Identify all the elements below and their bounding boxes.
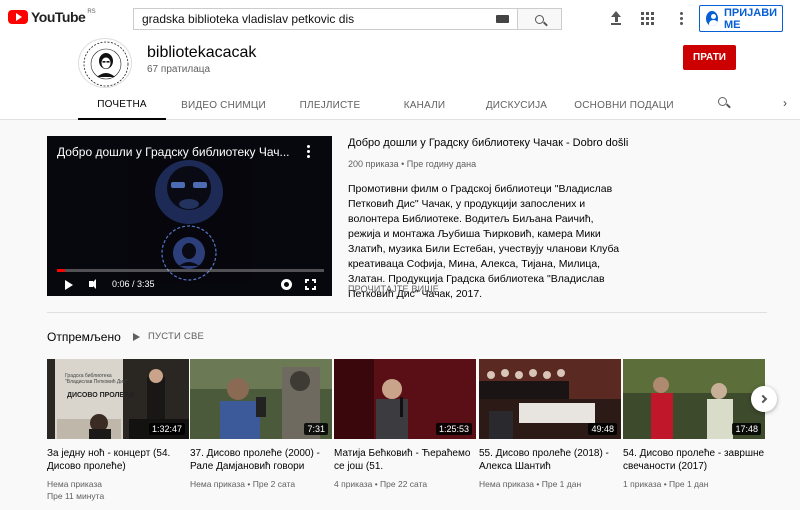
tab-playlists[interactable]: ПЛЕЈЛИСТЕ bbox=[281, 90, 379, 120]
video-card[interactable]: 49:48 55. Дисово пролеће (2018) - Алекса… bbox=[479, 359, 621, 490]
tab-home[interactable]: ПОЧЕТНА bbox=[78, 90, 166, 120]
top-bar: YouTube RS gradska biblioteka vladislav … bbox=[0, 0, 800, 38]
search-query-text: gradska biblioteka vladislav petkovic di… bbox=[142, 12, 355, 26]
video-title[interactable]: Матија Бећковић - Ћераћемо се још (51. bbox=[334, 447, 476, 473]
video-thumbnail[interactable]: 1:25:53 bbox=[334, 359, 476, 439]
more-vert-icon[interactable] bbox=[673, 10, 689, 26]
fullscreen-icon[interactable] bbox=[304, 278, 318, 292]
video-duration: 7:31 bbox=[304, 423, 328, 435]
youtube-logo[interactable]: YouTube RS bbox=[8, 9, 96, 25]
video-thumbnail[interactable]: 17:48 bbox=[623, 359, 765, 439]
video-duration: 17:48 bbox=[732, 423, 761, 435]
video-title[interactable]: За једну ноћ - концерт (54. Дисово проле… bbox=[47, 447, 189, 473]
tab-about[interactable]: ОСНОВНИ ПОДАЦИ bbox=[563, 90, 685, 120]
channel-header: bibliotekacacak 67 пратилаца ПРАТИ ПОЧЕТ… bbox=[0, 38, 800, 120]
video-thumbnail[interactable]: Градска библиотека "Владислав Петковић Ди… bbox=[47, 359, 189, 439]
video-meta: Нема приказа Пре 11 минута bbox=[47, 479, 105, 501]
video-title[interactable]: 54. Дисово пролеће - завршне свечаности … bbox=[623, 447, 765, 473]
video-thumbnail[interactable]: 7:31 bbox=[190, 359, 332, 439]
keyboard-icon[interactable] bbox=[496, 15, 509, 23]
sign-in-label: ПРИЈАВИ МЕ bbox=[723, 6, 778, 31]
thumbnail-poster-text: ДИСОВО ПРОЛЕЋЕ bbox=[67, 392, 135, 399]
video-card[interactable]: 17:48 54. Дисово пролеће - завршне свеча… bbox=[623, 359, 765, 490]
video-meta: Нема приказа • Пре 2 сата bbox=[190, 479, 296, 489]
video-duration: 49:48 bbox=[588, 423, 617, 435]
video-meta: Нема приказа • Пре 1 дан bbox=[479, 479, 582, 489]
chevron-right-icon bbox=[758, 394, 768, 404]
player-poster-art bbox=[127, 158, 252, 283]
channel-tabs: ПОЧЕТНА ВИДЕО СНИМЦИ ПЛЕЈЛИСТЕ КАНАЛИ ДИ… bbox=[78, 90, 685, 120]
video-meta: 4 приказа • Пре 22 сата bbox=[334, 479, 428, 489]
tab-discussion[interactable]: ДИСКУСИЈА bbox=[470, 90, 563, 120]
player-controls: 0:06 / 3:35 bbox=[47, 274, 332, 296]
player-overlay-title[interactable]: Добро дошли у Градску библиотеку Чач... bbox=[57, 145, 290, 159]
play-logo-icon bbox=[8, 10, 28, 24]
video-duration: 1:32:47 bbox=[148, 423, 185, 435]
play-all-button[interactable]: ПУСТИ СВЕ bbox=[133, 331, 204, 342]
player-progress-fill bbox=[57, 269, 65, 272]
section-divider bbox=[47, 312, 767, 313]
tab-videos[interactable]: ВИДЕО СНИМЦИ bbox=[166, 90, 281, 120]
video-meta: 1 приказа • Пре 1 дан bbox=[623, 479, 709, 489]
uploads-shelf-title[interactable]: Отпремљено bbox=[47, 330, 121, 344]
player-more-icon[interactable] bbox=[307, 145, 310, 158]
player-time: 0:06 / 3:35 bbox=[112, 279, 155, 289]
video-duration: 1:25:53 bbox=[435, 423, 472, 435]
search-icon bbox=[535, 14, 544, 24]
featured-video-player[interactable]: Добро дошли у Градску библиотеку Чач... … bbox=[47, 136, 332, 296]
tabs-next-chevron-icon[interactable]: › bbox=[783, 96, 787, 110]
search-bar: gradska biblioteka vladislav petkovic di… bbox=[133, 8, 562, 30]
subscribe-button[interactable]: ПРАТИ bbox=[683, 45, 736, 70]
video-card[interactable]: 7:31 37. Дисово пролеће (2000) - Рале Да… bbox=[190, 359, 332, 490]
volume-icon[interactable] bbox=[89, 279, 96, 289]
settings-gear-icon[interactable] bbox=[281, 279, 292, 290]
search-button[interactable] bbox=[517, 8, 562, 30]
featured-video-meta: 200 приказа • Пре годину дана bbox=[348, 159, 477, 169]
tab-channels[interactable]: КАНАЛИ bbox=[379, 90, 470, 120]
logo-region: RS bbox=[87, 9, 96, 15]
subscribe-label: ПРАТИ bbox=[693, 52, 726, 63]
account-icon bbox=[706, 11, 718, 26]
shelf-next-button[interactable] bbox=[751, 386, 777, 412]
video-card[interactable]: 1:25:53 Матија Бећковић - Ћераћемо се јо… bbox=[334, 359, 476, 490]
channel-avatar[interactable] bbox=[78, 38, 132, 88]
video-thumbnail[interactable]: 49:48 bbox=[479, 359, 621, 439]
play-all-icon bbox=[133, 332, 140, 341]
search-input[interactable]: gradska biblioteka vladislav petkovic di… bbox=[133, 8, 517, 30]
read-more-link[interactable]: ПРОЧИТАЈТЕ ВИШЕ bbox=[348, 284, 439, 294]
video-card[interactable]: Градска библиотека "Владислав Петковић Ди… bbox=[47, 359, 189, 502]
video-title[interactable]: 37. Дисово пролеће (2000) - Рале Дамјано… bbox=[190, 447, 332, 473]
featured-video-title[interactable]: Добро дошли у Градску библиотеку Чачак -… bbox=[348, 137, 628, 149]
upload-icon[interactable] bbox=[608, 10, 624, 26]
logo-text: YouTube bbox=[31, 9, 86, 25]
play-all-label: ПУСТИ СВЕ bbox=[148, 331, 205, 342]
channel-name: bibliotekacacak bbox=[147, 44, 257, 61]
apps-grid-icon[interactable] bbox=[641, 12, 654, 25]
sign-in-button[interactable]: ПРИЈАВИ МЕ bbox=[699, 5, 783, 32]
subscriber-count: 67 пратилаца bbox=[147, 64, 211, 75]
play-icon[interactable] bbox=[65, 280, 73, 290]
video-title[interactable]: 55. Дисово пролеће (2018) - Алекса Шанти… bbox=[479, 447, 621, 473]
channel-search-icon[interactable] bbox=[718, 97, 732, 111]
player-progress-bar[interactable] bbox=[57, 269, 324, 272]
